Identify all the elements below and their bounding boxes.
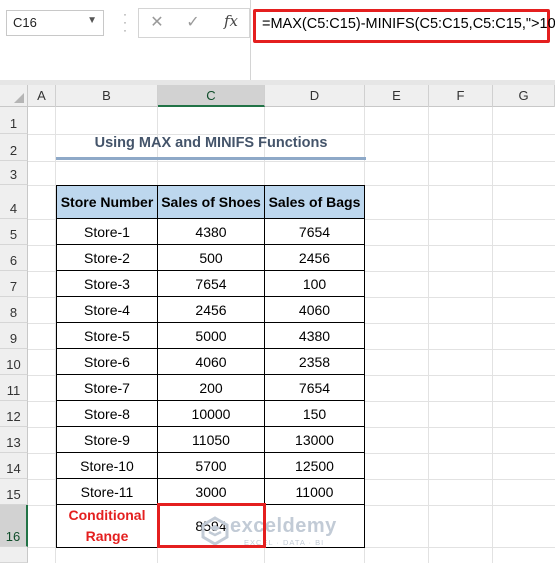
- row-header-10[interactable]: 10: [0, 349, 28, 375]
- conditional-label-line1: Conditional: [68, 507, 146, 523]
- bags-cell[interactable]: 13000: [265, 427, 365, 453]
- active-cell-highlight: [157, 503, 266, 548]
- formula-text[interactable]: =MAX(C5:C15)-MINIFS(C5:C15,C5:C15,">1000…: [262, 16, 555, 32]
- store-cell[interactable]: Store-11: [57, 479, 158, 505]
- chevron-down-icon[interactable]: ▼: [87, 15, 97, 26]
- row-header-2[interactable]: 2: [0, 134, 28, 161]
- shoes-cell[interactable]: 4380: [158, 219, 265, 245]
- shoes-cell[interactable]: 2456: [158, 297, 265, 323]
- store-cell[interactable]: Store-1: [57, 219, 158, 245]
- shoes-cell[interactable]: 3000: [158, 479, 265, 505]
- more-options-icon[interactable]: · · ·: [118, 8, 132, 36]
- cancel-icon[interactable]: ✕: [145, 12, 169, 34]
- shoes-cell[interactable]: 10000: [158, 401, 265, 427]
- store-cell[interactable]: Store-8: [57, 401, 158, 427]
- shoes-cell[interactable]: 7654: [158, 271, 265, 297]
- column-header-a[interactable]: A: [28, 85, 56, 107]
- store-cell[interactable]: Store-7: [57, 375, 158, 401]
- row-header-11[interactable]: 11: [0, 375, 28, 401]
- store-cell[interactable]: Store-2: [57, 245, 158, 271]
- store-cell[interactable]: Store-6: [57, 349, 158, 375]
- row-header-15[interactable]: 15: [0, 479, 28, 505]
- shoes-cell[interactable]: 500: [158, 245, 265, 271]
- formula-bar: C16 ▼ · · · ✕ ✓ fx =MAX(C5:C15)-MINIFS(C5:…: [0, 0, 555, 80]
- row-header-5[interactable]: 5: [0, 219, 28, 245]
- shoes-cell[interactable]: 200: [158, 375, 265, 401]
- row-header-12[interactable]: 12: [0, 401, 28, 427]
- bags-cell[interactable]: 12500: [265, 453, 365, 479]
- store-cell[interactable]: Store-10: [57, 453, 158, 479]
- bags-cell[interactable]: 100: [265, 271, 365, 297]
- column-header-d[interactable]: D: [265, 85, 365, 107]
- conditional-range-label[interactable]: Conditional Range: [57, 505, 158, 548]
- store-cell[interactable]: Store-9: [57, 427, 158, 453]
- header-sales-of-shoes[interactable]: Sales of Shoes: [158, 186, 265, 219]
- bags-cell[interactable]: 7654: [265, 219, 365, 245]
- column-header-f[interactable]: F: [429, 85, 493, 107]
- bags-cell[interactable]: 2358: [265, 349, 365, 375]
- bags-cell[interactable]: 11000: [265, 479, 365, 505]
- shoes-cell[interactable]: 4060: [158, 349, 265, 375]
- enter-icon[interactable]: ✓: [181, 12, 205, 34]
- row-header-3[interactable]: 3: [0, 161, 28, 185]
- sheet-title: Using MAX and MINIFS Functions: [94, 135, 328, 151]
- gridline: [492, 107, 493, 563]
- shoes-cell[interactable]: 5000: [158, 323, 265, 349]
- column-header-e[interactable]: E: [365, 85, 429, 107]
- shoes-cell[interactable]: 5700: [158, 453, 265, 479]
- row-header-13[interactable]: 13: [0, 427, 28, 453]
- store-cell[interactable]: Store-3: [57, 271, 158, 297]
- row-header-7[interactable]: 7: [0, 271, 28, 297]
- formula-buttons: ✕ ✓ fx: [138, 8, 250, 38]
- row-header-1[interactable]: 1: [0, 107, 28, 134]
- row-header-4[interactable]: 4: [0, 185, 28, 219]
- gridline: [28, 161, 555, 162]
- bags-cell[interactable]: 2456: [265, 245, 365, 271]
- title-underline: [56, 157, 366, 160]
- bags-cell[interactable]: 4380: [265, 323, 365, 349]
- header-store-number[interactable]: Store Number: [57, 186, 158, 219]
- row-header-16[interactable]: 16: [0, 505, 28, 547]
- column-header-b[interactable]: B: [56, 85, 158, 107]
- row-header-8[interactable]: 8: [0, 297, 28, 323]
- store-cell[interactable]: Store-5: [57, 323, 158, 349]
- column-header-c[interactable]: C: [158, 85, 265, 107]
- bags-cell[interactable]: 150: [265, 401, 365, 427]
- conditional-label-line2: Range: [85, 528, 129, 544]
- name-box[interactable]: C16 ▼: [6, 10, 104, 36]
- bags-cell[interactable]: 4060: [265, 297, 365, 323]
- insert-function-icon[interactable]: fx: [219, 12, 243, 34]
- header-sales-of-bags[interactable]: Sales of Bags: [265, 186, 365, 219]
- gridline: [428, 107, 429, 563]
- row-header-6[interactable]: 6: [0, 245, 28, 271]
- row-header-14[interactable]: 14: [0, 453, 28, 479]
- row-header-9[interactable]: 9: [0, 323, 28, 349]
- bags-cell[interactable]: 7654: [265, 375, 365, 401]
- select-all-button[interactable]: [0, 85, 28, 107]
- name-box-value: C16: [13, 15, 37, 30]
- shoes-cell[interactable]: 11050: [158, 427, 265, 453]
- column-header-g[interactable]: G: [493, 85, 555, 107]
- store-cell[interactable]: Store-4: [57, 297, 158, 323]
- row-header-17[interactable]: [0, 547, 28, 563]
